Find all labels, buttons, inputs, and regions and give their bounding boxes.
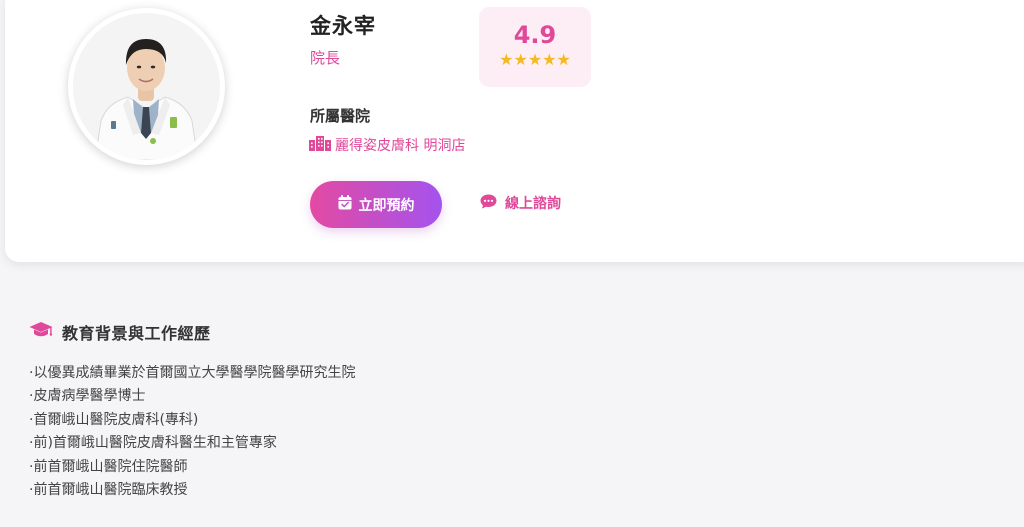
doctor-name: 金永宰 <box>310 14 376 38</box>
online-consult-label: 線上諮詢 <box>505 196 561 212</box>
rating-badge: 4.9 ★★★★★ <box>479 7 591 87</box>
hospital-link[interactable]: 麗得姿皮膚科 明洞店 <box>309 135 465 155</box>
education-section-title: 教育背景與工作經歷 <box>62 324 211 343</box>
hospital-name: 麗得姿皮膚科 明洞店 <box>335 138 466 154</box>
education-item: ·前首爾峨山醫院住院醫師 <box>29 458 188 475</box>
graduation-cap-icon <box>29 321 53 343</box>
education-item: ·以優異成績畢業於首爾國立大學醫學院醫學研究生院 <box>29 365 356 381</box>
hospital-label: 所屬醫院 <box>310 107 371 125</box>
doctor-portrait-illustration <box>73 13 220 160</box>
education-item: ·首爾峨山醫院皮膚科(專科) <box>29 411 199 428</box>
calendar-check-icon <box>338 195 352 214</box>
education-item: ·前)首爾峨山醫院皮膚科醫生和主管專家 <box>29 435 277 452</box>
online-consult-button[interactable]: 線上諮詢 <box>480 193 561 213</box>
book-appointment-button[interactable]: 立即預約 <box>310 181 442 228</box>
building-icon <box>309 135 331 155</box>
education-list: ·以優異成績畢業於首爾國立大學醫學院醫學研究生院 ·皮膚病學醫學博士 ·首爾峨山… <box>29 362 355 502</box>
rating-value: 4.9 <box>513 21 557 49</box>
education-item: ·前首爾峨山醫院臨床教授 <box>29 481 188 498</box>
education-item: ·皮膚病學醫學博士 <box>29 388 146 405</box>
chat-bubble-icon <box>480 194 497 213</box>
doctor-title: 院長 <box>310 49 341 67</box>
doctor-photo <box>73 13 220 160</box>
doctor-avatar <box>68 8 225 165</box>
education-section-header: 教育背景與工作經歷 <box>29 320 211 344</box>
book-appointment-label: 立即預約 <box>358 197 415 214</box>
rating-stars: ★★★★★ <box>499 49 571 69</box>
doctor-profile-card: 金永宰 院長 4.9 ★★★★★ 所屬醫院 麗得姿皮膚科 明洞店 立即預約 線上… <box>5 0 1024 262</box>
